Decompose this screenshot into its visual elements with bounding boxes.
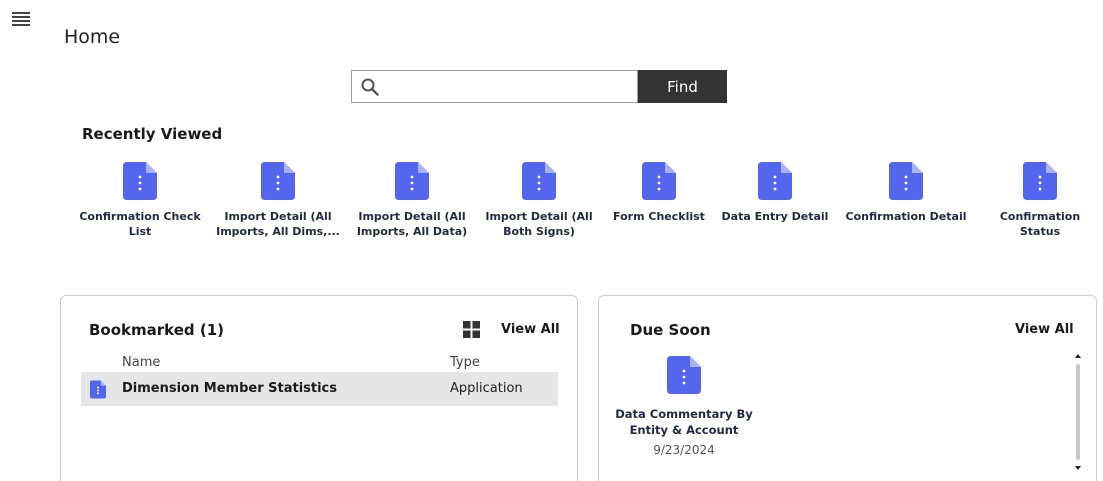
page-title: Home	[64, 26, 121, 48]
menu-line	[12, 20, 30, 22]
recent-item-label: Import Detail (All Imports, All Data)	[356, 210, 468, 238]
recent-item-confirmation-check-list[interactable]: Confirmation Check List	[78, 162, 202, 239]
document-icon	[758, 162, 792, 200]
due-soon-view-all-link[interactable]: View All	[1015, 322, 1074, 337]
search-icon	[361, 78, 379, 96]
column-header-name[interactable]: Name	[122, 355, 160, 370]
bookmarked-card: Bookmarked (1) View All Name Type Dimens…	[60, 295, 578, 481]
search-input[interactable]	[386, 75, 632, 99]
recent-item-import-detail-both-signs[interactable]: Import Detail (All Both Signs)	[477, 162, 601, 239]
recent-item-label: Import Detail (All Imports, All Dims,...	[216, 210, 340, 238]
vertical-scrollbar[interactable]	[1075, 354, 1083, 474]
recent-item-label: Data Entry Detail	[721, 210, 829, 223]
recent-item-confirmation-detail[interactable]: Confirmation Detail	[840, 162, 972, 224]
recent-item-label: Import Detail (All Both Signs)	[485, 210, 593, 238]
menu-line	[12, 16, 30, 18]
bookmarked-view-all-link[interactable]: View All	[501, 322, 560, 337]
scroll-up-arrow-icon[interactable]	[1075, 354, 1081, 358]
due-item-date: 9/23/2024	[653, 443, 715, 457]
document-icon	[261, 162, 295, 200]
due-soon-item[interactable]: Data Commentary By Entity & Account 9/23…	[613, 356, 755, 457]
recent-item-data-entry-detail[interactable]: Data Entry Detail	[713, 162, 837, 224]
document-icon	[522, 162, 556, 200]
column-header-type[interactable]: Type	[450, 355, 480, 370]
scroll-thumb[interactable]	[1076, 364, 1080, 460]
find-button[interactable]: Find	[638, 70, 727, 103]
recent-item-import-detail-all-dims[interactable]: Import Detail (All Imports, All Dims,...	[216, 162, 340, 239]
recent-item-form-checklist[interactable]: Form Checklist	[597, 162, 721, 224]
document-icon	[90, 380, 106, 399]
bookmark-type: Application	[450, 381, 523, 396]
menu-line	[12, 12, 30, 14]
document-icon	[1023, 162, 1057, 200]
due-item-name: Data Commentary By Entity & Account	[615, 407, 753, 437]
recently-viewed-title: Recently Viewed	[82, 125, 223, 143]
bookmark-name: Dimension Member Statistics	[122, 381, 338, 396]
recent-item-label: Confirmation Status	[999, 210, 1081, 238]
grid-view-icon[interactable]	[463, 321, 480, 338]
scroll-down-arrow-icon[interactable]	[1075, 466, 1081, 470]
recent-item-confirmation-status[interactable]: Confirmation Status	[978, 162, 1102, 239]
menu-line	[12, 24, 30, 26]
recent-item-label: Form Checklist	[613, 210, 705, 223]
document-icon	[667, 356, 701, 394]
recent-item-import-detail-all-data[interactable]: Import Detail (All Imports, All Data)	[350, 162, 474, 239]
recent-item-label: Confirmation Detail	[845, 210, 967, 223]
document-icon	[889, 162, 923, 200]
document-icon	[642, 162, 676, 200]
bookmarked-title: Bookmarked (1)	[89, 321, 225, 339]
recent-item-label: Confirmation Check List	[79, 210, 201, 238]
table-row[interactable]: Dimension Member Statistics Application	[81, 372, 558, 406]
search-box[interactable]	[351, 70, 638, 103]
due-soon-title: Due Soon	[630, 321, 711, 339]
document-icon	[123, 162, 157, 200]
document-icon	[395, 162, 429, 200]
hamburger-menu-icon[interactable]	[12, 12, 30, 26]
due-soon-card: Due Soon View All Data Commentary By Ent…	[598, 295, 1097, 481]
